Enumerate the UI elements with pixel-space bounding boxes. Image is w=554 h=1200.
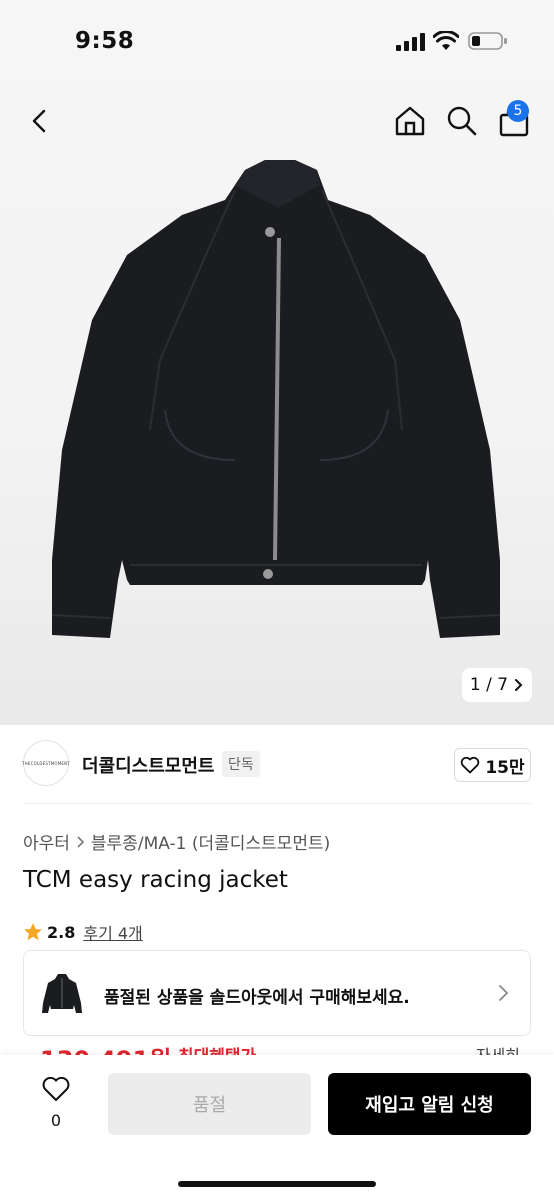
jacket-thumbnail: [42, 974, 82, 1013]
back-arrow-icon[interactable]: [22, 101, 58, 141]
restock-alert-button[interactable]: 재입고 알림 신청: [328, 1073, 531, 1135]
heart-icon: [42, 1076, 70, 1101]
brand-row: THECOLDESTMOMENT 더콜디스트모먼트 단독 15만: [0, 740, 554, 790]
soldout-button[interactable]: 품절: [108, 1073, 311, 1135]
bottom-action-bar: 0 품절 재입고 알림 신청: [0, 1055, 554, 1200]
wishlist-count: 0: [50, 1111, 62, 1130]
search-icon[interactable]: [442, 101, 482, 141]
chevron-right-icon: [77, 835, 85, 848]
exclusive-badge: 단독: [222, 751, 260, 777]
chevron-right-icon: [499, 985, 509, 1001]
product-title: TCM easy racing jacket: [23, 867, 288, 893]
brand-like-button[interactable]: 15만: [454, 748, 531, 782]
rating-row: 2.8 후기 4개: [23, 920, 143, 944]
status-bar: 9:58: [0, 0, 554, 80]
breadcrumb-subcategory[interactable]: 블루종/MA-1 (더콜디스트모먼트): [91, 829, 330, 854]
product-gallery[interactable]: 9:58 5 1 / 7: [0, 0, 554, 725]
cart-count-badge: 5: [507, 100, 529, 122]
brand-logo[interactable]: THECOLDESTMOMENT: [22, 740, 70, 786]
battery-icon: [468, 32, 507, 50]
heart-icon: [461, 756, 480, 774]
image-counter-text: 1 / 7: [469, 675, 509, 695]
brand-name[interactable]: 더콜디스트모먼트: [82, 752, 214, 778]
home-icon[interactable]: [390, 101, 430, 141]
soldout-banner-text: 품절된 상품을 솔드아웃에서 구매해보세요.: [104, 988, 410, 1008]
breadcrumb-category[interactable]: 아우터: [23, 829, 70, 854]
wishlist-button[interactable]: 0: [36, 1075, 76, 1131]
home-indicator: [178, 1181, 376, 1187]
star-icon: [24, 923, 42, 941]
product-photo[interactable]: [30, 160, 524, 650]
brand-logo-text: THECOLDESTMOMENT: [22, 760, 70, 766]
chevron-right-icon: [515, 679, 523, 691]
divider: [23, 803, 531, 804]
review-link[interactable]: 후기 4개: [83, 920, 142, 944]
top-navigation: [0, 95, 554, 151]
status-time: 9:58: [75, 28, 135, 54]
brand-like-count: 15만: [485, 757, 525, 778]
rating-value: 2.8: [47, 922, 76, 942]
breadcrumb: 아우터 블루종/MA-1 (더콜디스트모먼트): [23, 829, 330, 854]
image-counter-button[interactable]: 1 / 7: [462, 668, 532, 702]
soldout-banner[interactable]: 품절된 상품을 솔드아웃에서 구매해보세요.: [23, 950, 531, 1036]
cellular-signal-icon: [396, 33, 425, 51]
wifi-icon: [433, 31, 459, 50]
